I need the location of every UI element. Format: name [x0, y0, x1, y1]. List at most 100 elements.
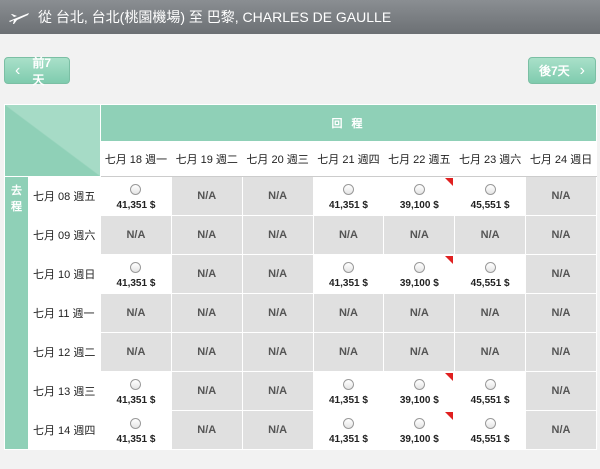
return-date-header: 七月 20 週三	[241, 141, 314, 177]
fare-amount: 41,351 $	[116, 278, 156, 289]
lowest-fare-flag	[445, 256, 454, 264]
outbound-label: 去程	[4, 176, 29, 450]
fare-cell[interactable]: 45,551 $	[454, 371, 527, 411]
return-header: 回 程	[100, 104, 597, 142]
fare-row: 七月 09 週六 N/A N/A N/A N/A N/A N/A N/A	[5, 215, 597, 255]
chevron-left-icon: ‹	[15, 61, 21, 79]
route-text: 從 台北, 台北(桃園機場) 至 巴黎, CHARLES DE GAULLE	[38, 7, 391, 27]
fare-unavailable-cell: N/A	[170, 215, 243, 255]
fare-radio[interactable]	[484, 379, 496, 390]
fare-cell[interactable]: 41,351 $	[312, 410, 385, 450]
fare-amount: 41,351 $	[328, 200, 368, 211]
fare-radio[interactable]	[342, 379, 354, 390]
fare-unavailable-cell: N/A	[100, 215, 172, 255]
fare-unavailable-cell: N/A	[170, 410, 243, 450]
return-date-header: 七月 23 週六	[454, 141, 527, 177]
fare-row: 七月 11 週一 N/A N/A N/A N/A N/A N/A N/A	[5, 293, 597, 333]
fare-cell[interactable]: 39,100 $	[383, 371, 456, 411]
fare-cell[interactable]: 39,100 $	[383, 176, 456, 216]
next-7-days-label: 後7天	[539, 64, 570, 78]
fare-amount: 41,351 $	[328, 278, 368, 289]
fare-unavailable-cell: N/A	[241, 176, 314, 216]
fare-radio[interactable]	[484, 418, 496, 429]
fare-cell[interactable]: 45,551 $	[454, 176, 527, 216]
fare-unavailable-cell: N/A	[525, 254, 597, 294]
fare-amount: 45,551 $	[470, 278, 510, 289]
lowest-fare-flag	[445, 373, 454, 381]
fare-radio[interactable]	[413, 262, 425, 273]
fare-radio[interactable]	[484, 184, 496, 195]
fare-cell[interactable]: 41,351 $	[100, 410, 172, 450]
fare-amount: 41,351 $	[116, 434, 156, 445]
fare-cell[interactable]: 41,351 $	[312, 371, 385, 411]
fare-unavailable-cell: N/A	[525, 176, 597, 216]
outbound-date: 七月 10 週日	[28, 254, 101, 294]
return-date-header: 七月 22 週五	[383, 141, 456, 177]
fare-unavailable-cell: N/A	[241, 215, 314, 255]
fare-radio[interactable]	[130, 379, 142, 390]
fare-unavailable-cell: N/A	[383, 293, 456, 333]
fare-unavailable-cell: N/A	[454, 293, 527, 333]
fare-amount: 45,551 $	[470, 434, 510, 445]
outbound-date: 七月 12 週二	[28, 332, 101, 372]
fare-amount: 41,351 $	[328, 434, 368, 445]
fare-cell[interactable]: 41,351 $	[100, 254, 172, 294]
from-label: 從	[38, 9, 52, 25]
next-7-days-button[interactable]: 後7天 ›	[528, 57, 596, 84]
fare-unavailable-cell: N/A	[525, 293, 597, 333]
fare-unavailable-cell: N/A	[454, 215, 527, 255]
return-date-header: 七月 19 週二	[170, 141, 243, 177]
fare-row: 七月 12 週二 N/A N/A N/A N/A N/A N/A N/A	[5, 332, 597, 372]
lowest-fare-flag	[445, 178, 454, 186]
outbound-date: 七月 09 週六	[28, 215, 101, 255]
return-date-header: 七月 21 週四	[312, 141, 385, 177]
fare-radio[interactable]	[342, 184, 354, 195]
fare-radio[interactable]	[130, 262, 142, 273]
return-date-header: 七月 24 週日	[525, 141, 597, 177]
fare-amount: 45,551 $	[470, 200, 510, 211]
fare-cell[interactable]: 39,100 $	[383, 410, 456, 450]
fare-unavailable-cell: N/A	[241, 254, 314, 294]
fare-unavailable-cell: N/A	[312, 293, 385, 333]
fare-unavailable-cell: N/A	[170, 176, 243, 216]
destination-city: 巴黎, CHARLES DE GAULLE	[206, 9, 392, 25]
fare-radio[interactable]	[484, 262, 496, 273]
fare-cell[interactable]: 41,351 $	[100, 176, 172, 216]
fare-cell[interactable]: 39,100 $	[383, 254, 456, 294]
fare-unavailable-cell: N/A	[383, 332, 456, 372]
fare-row: 七月 10 週日 41,351 $ N/A N/A 41,351 $39,100 $45…	[5, 254, 597, 294]
fare-unavailable-cell: N/A	[100, 293, 172, 333]
fare-radio[interactable]	[413, 184, 425, 195]
airplane-icon	[8, 8, 30, 26]
prev-7-days-button[interactable]: ‹ 前7天	[4, 56, 70, 87]
fare-amount: 39,100 $	[399, 395, 439, 406]
fare-unavailable-cell: N/A	[170, 332, 243, 372]
fare-unavailable-cell: N/A	[525, 332, 597, 372]
fare-unavailable-cell: N/A	[241, 371, 314, 411]
fare-cell[interactable]: 45,551 $	[454, 254, 527, 294]
fare-cell[interactable]: 45,551 $	[454, 410, 527, 450]
fare-unavailable-cell: N/A	[170, 254, 243, 294]
fare-amount: 39,100 $	[399, 200, 439, 211]
fare-radio[interactable]	[130, 418, 142, 429]
fare-unavailable-cell: N/A	[170, 293, 243, 333]
fare-amount: 41,351 $	[116, 395, 156, 406]
fare-cell[interactable]: 41,351 $	[100, 371, 172, 411]
fare-amount: 45,551 $	[470, 395, 510, 406]
fare-amount: 39,100 $	[399, 434, 439, 445]
fare-calendar-grid: 回 程 七月 18 週一 七月 19 週二 七月 20 週三 七月 21 週四 七月 2…	[4, 104, 597, 450]
fare-unavailable-cell: N/A	[312, 332, 385, 372]
fare-unavailable-cell: N/A	[241, 293, 314, 333]
fare-radio[interactable]	[342, 418, 354, 429]
route-header-bar: 從 台北, 台北(桃園機場) 至 巴黎, CHARLES DE GAULLE	[0, 0, 600, 34]
fare-cell[interactable]: 41,351 $	[312, 254, 385, 294]
fare-radio[interactable]	[342, 262, 354, 273]
fare-amount: 39,100 $	[399, 278, 439, 289]
fare-unavailable-cell: N/A	[241, 410, 314, 450]
fare-radio[interactable]	[130, 184, 142, 195]
fare-unavailable-cell: N/A	[241, 332, 314, 372]
fare-radio[interactable]	[413, 418, 425, 429]
fare-cell[interactable]: 41,351 $	[312, 176, 385, 216]
fare-radio[interactable]	[413, 379, 425, 390]
fare-unavailable-cell: N/A	[454, 332, 527, 372]
